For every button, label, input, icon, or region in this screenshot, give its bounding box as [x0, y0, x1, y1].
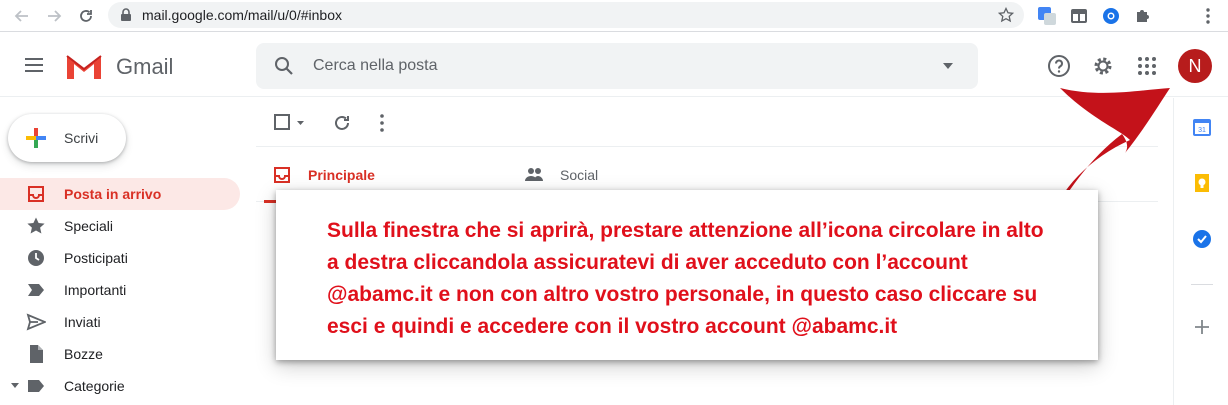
compose-button[interactable]: Scrivi: [8, 114, 126, 162]
clock-icon: [28, 250, 44, 266]
sidebar-item-label: Importanti: [64, 282, 127, 298]
browser-toolbar: mail.google.com/mail/u/0/#inbox: [0, 0, 1228, 32]
sidebar-item-label: Posta in arrivo: [64, 186, 162, 202]
search-icon[interactable]: [274, 56, 294, 76]
extension-chrome-icon[interactable]: [1101, 6, 1121, 26]
settings-gear-icon[interactable]: [1090, 53, 1116, 79]
bookmark-star-icon[interactable]: [998, 7, 1014, 23]
instruction-callout: Sulla finestra che si aprirà, prestare a…: [276, 190, 1098, 360]
search-options-icon[interactable]: [942, 62, 954, 70]
main-menu-icon[interactable]: [24, 55, 46, 75]
star-icon: [27, 217, 45, 234]
instruction-text: Sulla finestra che si aprirà, prestare a…: [327, 219, 1044, 338]
sidebar-item-starred[interactable]: Speciali: [0, 210, 240, 242]
side-panel-divider: [1191, 284, 1213, 285]
search-input[interactable]: Cerca nella posta: [313, 57, 438, 75]
sidebar-item-sent[interactable]: Inviati: [0, 306, 240, 338]
tasks-icon[interactable]: [1191, 228, 1213, 250]
help-icon[interactable]: [1046, 53, 1072, 79]
reload-icon[interactable]: [76, 6, 96, 26]
sidebar-item-drafts[interactable]: Bozze: [0, 338, 240, 370]
sidebar-item-label: Categorie: [64, 378, 125, 394]
refresh-icon[interactable]: [331, 112, 353, 134]
translate-icon[interactable]: [1037, 6, 1057, 26]
select-all-checkbox[interactable]: [272, 112, 304, 134]
sidebar-item-label: Posticipati: [64, 250, 128, 266]
tab-label: Principale: [308, 167, 375, 183]
url-text: mail.google.com/mail/u/0/#inbox: [142, 7, 342, 23]
people-icon: [525, 168, 543, 181]
lock-icon: [121, 8, 131, 21]
extension-window-icon[interactable]: [1069, 6, 1089, 26]
sidebar-item-categories[interactable]: Categorie: [0, 370, 240, 402]
inbox-icon: [28, 186, 44, 202]
compose-label: Scrivi: [64, 130, 99, 146]
gmail-logo-text: Gmail: [116, 54, 174, 79]
send-icon: [26, 313, 46, 331]
sidebar-item-snoozed[interactable]: Posticipati: [0, 242, 240, 274]
address-bar[interactable]: mail.google.com/mail/u/0/#inbox: [108, 2, 1024, 28]
gmail-logo-icon[interactable]: [64, 51, 104, 86]
calendar-icon[interactable]: 31: [1191, 116, 1213, 138]
search-box[interactable]: Cerca nella posta: [256, 43, 978, 89]
tab-label: Social: [560, 167, 599, 183]
sidebar-item-label: Inviati: [64, 314, 101, 330]
back-icon[interactable]: [12, 6, 32, 26]
svg-text:31: 31: [1198, 127, 1206, 134]
sidebar-item-label: Bozze: [64, 346, 103, 362]
label-icon: [28, 380, 44, 392]
more-actions-icon[interactable]: [371, 112, 393, 134]
label-important-icon: [28, 284, 44, 296]
compose-plus-icon: [26, 128, 46, 148]
puzzle-extensions-icon[interactable]: [1133, 6, 1153, 26]
sidebar-item-inbox[interactable]: Posta in arrivo: [0, 178, 240, 210]
browser-menu-icon[interactable]: [1198, 6, 1218, 26]
expand-arrow-icon[interactable]: [10, 382, 20, 390]
sidebar-item-important[interactable]: Importanti: [0, 274, 240, 306]
apps-grid-icon[interactable]: [1134, 53, 1160, 79]
forward-icon[interactable]: [44, 6, 64, 26]
keep-icon[interactable]: [1191, 172, 1213, 194]
draft-icon: [30, 345, 43, 363]
sidebar-item-label: Speciali: [64, 218, 114, 234]
add-addon-plus-icon[interactable]: [1191, 316, 1213, 338]
inbox-icon: [274, 167, 290, 183]
